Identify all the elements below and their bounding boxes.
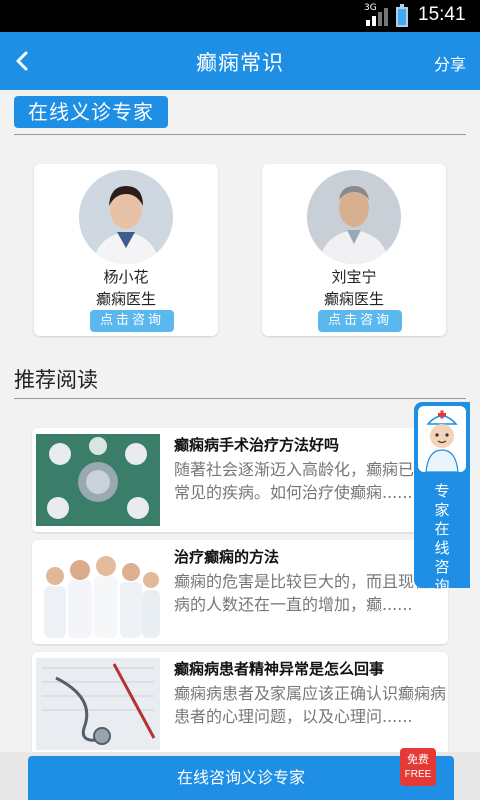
expert-online-consult-widget[interactable]: 专家在线咨询 (414, 402, 470, 595)
experts-section-label: 在线义诊专家 (14, 96, 168, 128)
status-bar: 3G 15:41 (0, 0, 480, 32)
section-divider (14, 398, 466, 399)
article-summary: 癫痫的危害是比较巨大的，而且现在患病的人数还在一直的增加，癫...... (174, 572, 447, 614)
doctor-card[interactable]: 杨小花 癫痫医生 点击咨询 (34, 164, 218, 336)
doctor-name: 刘宝宁 (331, 268, 377, 286)
reading-section-title: 推荐阅读 (14, 368, 98, 392)
doctor-card[interactable]: 刘宝宁 癫痫医生 点击咨询 (262, 164, 446, 336)
free-badge-cn: 免费 (407, 753, 429, 766)
article-thumbnail (36, 434, 160, 526)
side-widget-label: 专家在线咨询 (434, 482, 450, 595)
doctor-avatar (307, 170, 401, 264)
article-thumbnail (36, 546, 160, 638)
article-summary: 癫痫病患者及家属应该正确认识癫痫病患者的心理问题，以及心理问...... (174, 684, 447, 726)
article-thumbnail (36, 658, 160, 750)
doctor-avatar (79, 170, 173, 264)
article-title: 癫痫病患者精神异常是怎么回事 (174, 660, 385, 678)
page-title: 癫痫常识 (196, 51, 284, 75)
free-badge: 免费 FREE (400, 748, 436, 786)
doctor-role: 癫痫医生 (323, 290, 384, 308)
signal-icon (366, 8, 388, 26)
app-bar: 癫痫常识 分享 (0, 32, 480, 90)
battery-icon (396, 4, 408, 27)
article-item[interactable]: 癫痫病手术治疗方法好吗 随著社会逐渐迈入高龄化，癫痫已成为常见的疾病。如何治疗使… (32, 428, 448, 532)
clock: 15:41 (418, 4, 466, 25)
free-badge-en: FREE (404, 769, 432, 780)
article-item[interactable]: 癫痫病患者精神异常是怎么回事 癫痫病患者及家属应该正确认识癫痫病患者的心理问题，… (32, 652, 448, 756)
consult-button[interactable]: 点击咨询 (318, 310, 402, 332)
doctor-role: 癫痫医生 (95, 290, 156, 308)
doctor-name: 杨小花 (103, 268, 149, 286)
article-item[interactable]: 治疗癫痫的方法 癫痫的危害是比较巨大的，而且现在患病的人数还在一直的增加，癫..… (32, 540, 448, 644)
article-title: 治疗癫痫的方法 (174, 548, 280, 566)
share-button[interactable]: 分享 (434, 51, 466, 75)
doctor-cartoon-icon (418, 406, 466, 473)
online-consult-button[interactable]: 在线咨询义诊专家 (28, 756, 454, 800)
consult-button[interactable]: 点击咨询 (90, 310, 174, 332)
article-summary: 随著社会逐渐迈入高龄化，癫痫已成为常见的疾病。如何治疗使癫痫...... (174, 460, 447, 502)
section-divider (14, 134, 466, 135)
article-title: 癫痫病手术治疗方法好吗 (174, 436, 340, 454)
